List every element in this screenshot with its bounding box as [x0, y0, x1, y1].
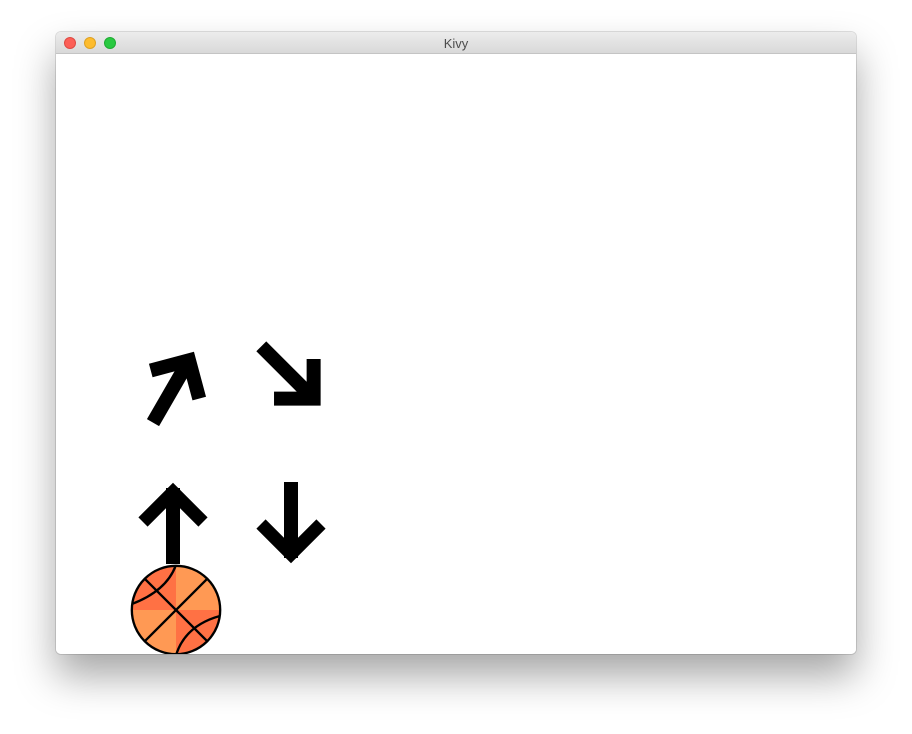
arrow-up-icon[interactable]	[123, 476, 223, 576]
window-title: Kivy	[443, 36, 469, 51]
basketball-icon[interactable]	[129, 563, 223, 654]
arrow-down-icon[interactable]	[241, 476, 341, 576]
title-bar: Kivy	[56, 32, 856, 54]
arrow-down-right-icon[interactable]	[241, 326, 341, 426]
kivy-canvas	[56, 54, 856, 654]
arrow-up-right-icon[interactable]	[123, 338, 223, 438]
app-window: Kivy	[56, 32, 856, 654]
